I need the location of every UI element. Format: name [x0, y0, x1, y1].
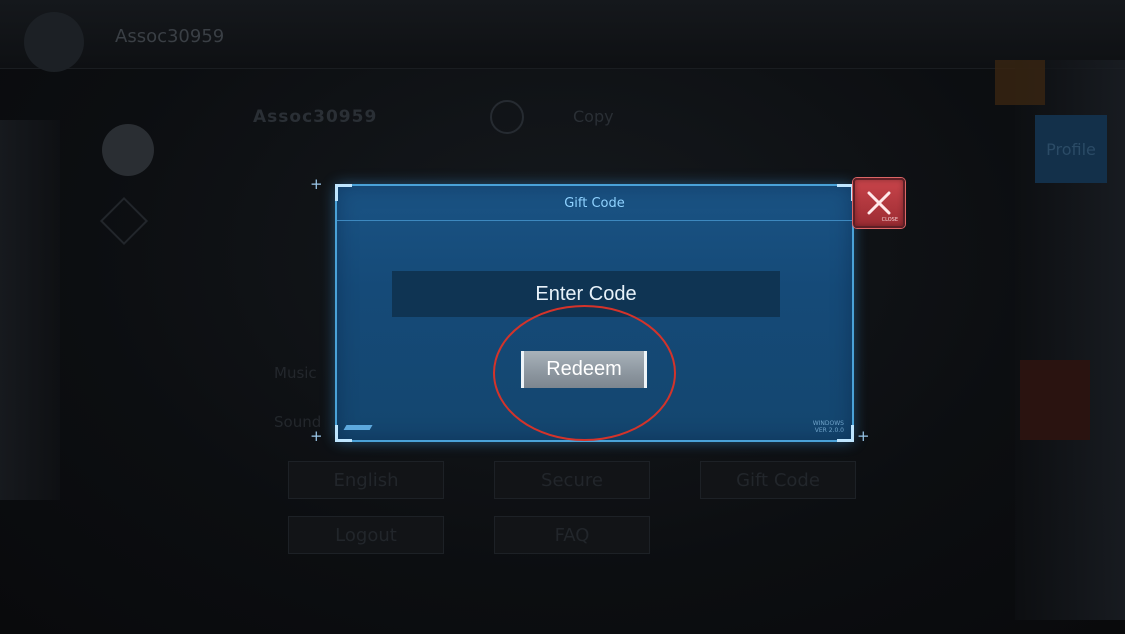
plus-marker: +: [310, 175, 323, 193]
left-panel: [0, 120, 60, 500]
right-top-item: [995, 60, 1045, 105]
faq-button[interactable]: FAQ: [494, 516, 650, 554]
close-label: CLOSE: [881, 217, 898, 223]
top-avatar: [24, 12, 84, 72]
logout-button[interactable]: Logout: [288, 516, 444, 554]
copy-button[interactable]: Copy: [573, 107, 614, 126]
plus-marker: +: [857, 427, 870, 445]
top-player-name: Assoc30959: [115, 26, 225, 47]
gift-code-button[interactable]: Gift Code: [700, 461, 856, 499]
profile-button[interactable]: Profile: [1035, 115, 1107, 183]
secure-button[interactable]: Secure: [494, 461, 650, 499]
plus-marker: +: [310, 427, 323, 445]
profile-avatar: [102, 124, 154, 176]
dialog-header: Gift Code: [337, 186, 852, 221]
language-button[interactable]: English: [288, 461, 444, 499]
version-line: VER 2.0.0: [814, 427, 844, 434]
decor-stripe: [365, 425, 373, 430]
highlight-circle: [493, 305, 676, 441]
version-line: WINDOWS: [812, 420, 844, 427]
version-label: WINDOWS VER 2.0.0: [813, 420, 844, 434]
music-label: Music: [274, 364, 317, 382]
right-item: [1020, 360, 1090, 440]
dialog-title: Gift Code: [564, 195, 625, 211]
close-button[interactable]: CLOSE: [853, 178, 905, 228]
player-name: Assoc30959: [253, 107, 378, 127]
close-icon: [867, 191, 891, 215]
edit-icon[interactable]: [490, 100, 524, 134]
